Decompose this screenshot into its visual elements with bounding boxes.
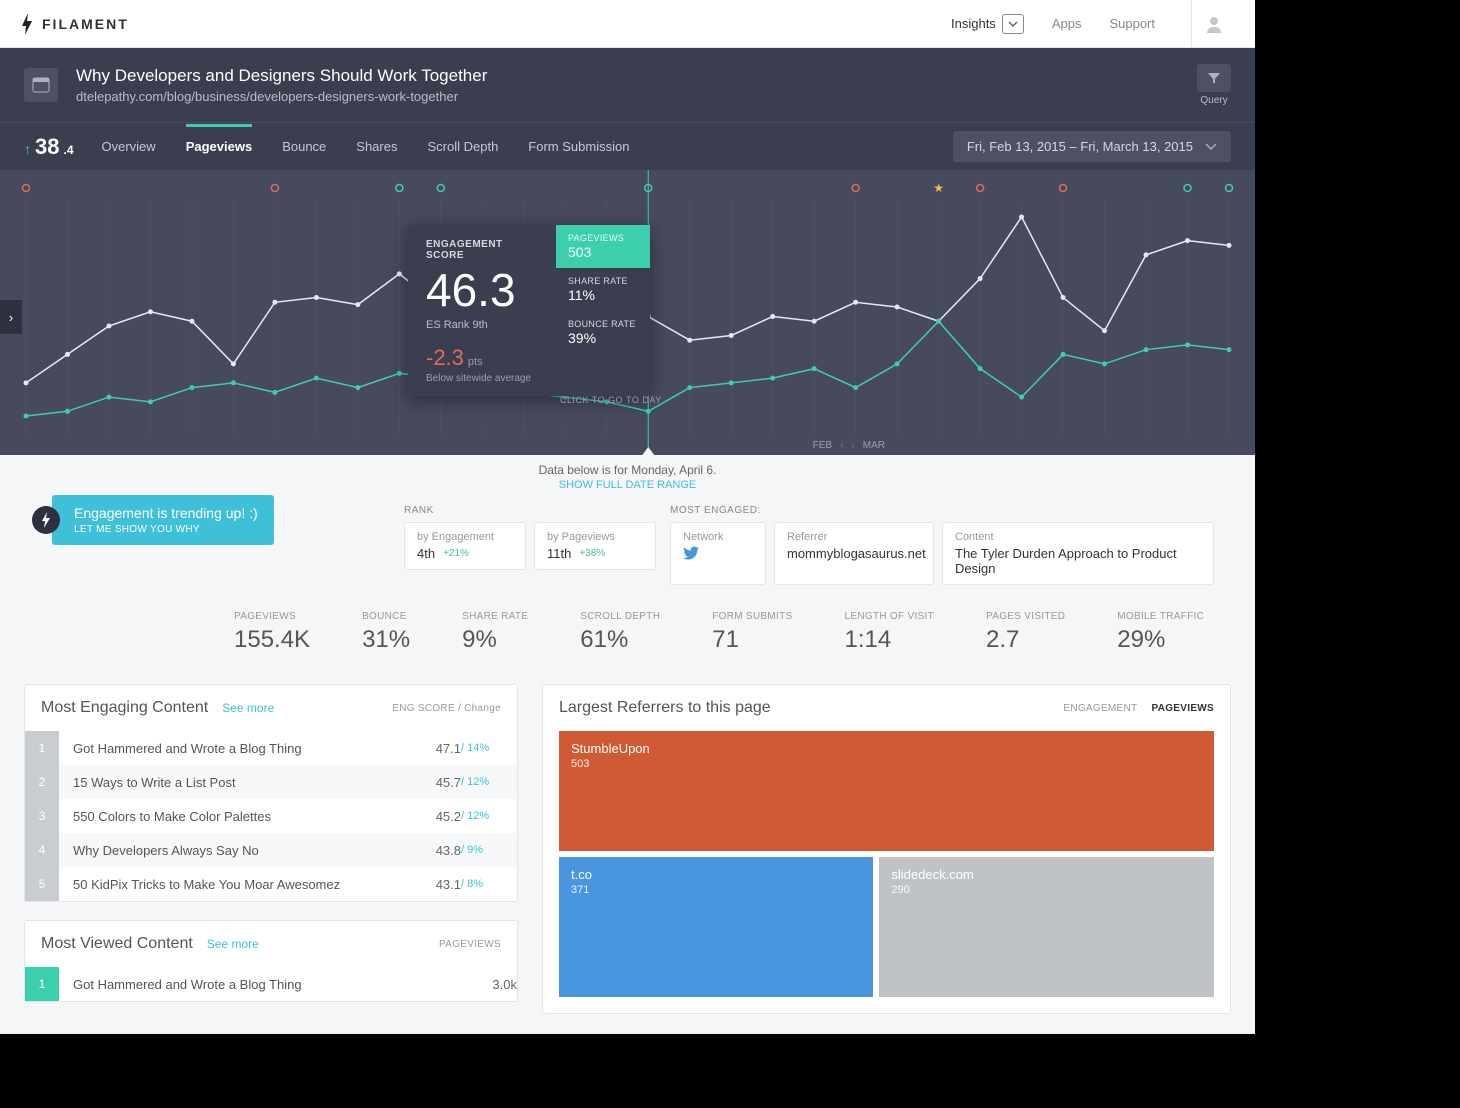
chart-tooltip: ENGAGEMENT SCORE 46.3 ES Rank 9th -2.3pt… — [408, 225, 650, 396]
user-menu[interactable] — [1191, 0, 1235, 48]
engaged-network-card: Network — [670, 522, 766, 585]
table-row[interactable]: 4Why Developers Always Say No43.8/ 9% — [25, 833, 517, 867]
table-row[interactable]: 550 KidPix Tricks to Make You Moar Aweso… — [25, 867, 517, 901]
nav-apps[interactable]: Apps — [1052, 16, 1082, 31]
chevron-down-icon[interactable] — [1002, 14, 1024, 34]
chevron-down-icon — [1205, 143, 1217, 151]
nav-support[interactable]: Support — [1109, 16, 1155, 31]
bolt-icon — [32, 506, 60, 534]
page-title: Why Developers and Designers Should Work… — [76, 66, 487, 86]
date-range-picker[interactable]: Fri, Feb 13, 2015 – Fri, March 13, 2015 — [953, 131, 1231, 162]
tab-form[interactable]: Form Submission — [528, 125, 629, 168]
tooltip-hint: CLICK TO GO TO DAY — [560, 395, 662, 405]
referrers-treemap[interactable]: StumbleUpon 503 t.co 371 slidedeck.com 2… — [543, 731, 1230, 1013]
arrow-up-icon: ↑ — [24, 141, 31, 157]
metrics-row: PAGEVIEWS155.4K BOUNCE31% SHARE RATE9% S… — [234, 611, 1231, 654]
brand-text: FILAMENT — [42, 16, 129, 32]
tab-bar: ↑ 38 .4 Overview Pageviews Bounce Shares… — [0, 122, 1255, 170]
rank-engagement-card: by Engagement 4th+21% — [404, 522, 526, 570]
nav-insights[interactable]: Insights — [951, 14, 1024, 34]
user-icon — [1205, 15, 1223, 33]
show-full-range-link[interactable]: SHOW FULL DATE RANGE — [0, 479, 1255, 491]
summary-section: Engagement is trending up! :) LET ME SHO… — [0, 495, 1255, 684]
tab-shares[interactable]: Shares — [356, 125, 397, 168]
treemap-cell[interactable]: StumbleUpon 503 — [559, 731, 1214, 851]
chart-month-nav: FEB ‹ › MAR — [813, 440, 885, 451]
engagement-chart[interactable]: ★ › ENGAGEMENT SCORE 46.3 ES Rank 9th -2… — [0, 170, 1255, 455]
chevron-left-icon[interactable]: ‹ — [840, 440, 843, 451]
expand-chart-button[interactable]: › — [0, 300, 22, 334]
tab-bounce[interactable]: Bounce — [282, 125, 326, 168]
page-header: Why Developers and Designers Should Work… — [0, 48, 1255, 122]
referrers-tab-engagement[interactable]: ENGAGEMENT — [1063, 703, 1137, 714]
tab-scroll[interactable]: Scroll Depth — [427, 125, 498, 168]
referrers-tab-pageviews[interactable]: PAGEVIEWS — [1151, 703, 1214, 714]
logo[interactable]: FILAMENT — [20, 13, 129, 35]
page-icon — [24, 68, 58, 102]
top-bar: FILAMENT Insights Apps Support — [0, 0, 1255, 48]
trend-popup[interactable]: Engagement is trending up! :) LET ME SHO… — [32, 495, 274, 545]
engaged-content-card: Content The Tyler Durden Approach to Pro… — [942, 522, 1214, 585]
see-more-link[interactable]: See more — [222, 701, 274, 715]
tab-overview[interactable]: Overview — [102, 125, 156, 168]
treemap-cell[interactable]: slidedeck.com 290 — [879, 857, 1214, 997]
query-button[interactable]: Query — [1197, 64, 1231, 106]
engaging-content-panel: Most Engaging Content See more ENG SCORE… — [24, 684, 518, 902]
chevron-right-icon[interactable]: › — [851, 440, 854, 451]
page-url: dtelepathy.com/blog/business/developers-… — [76, 89, 487, 104]
rank-pageviews-card: by Pageviews 11th+38% — [534, 522, 656, 570]
viewed-content-panel: Most Viewed Content See more PAGEVIEWS 1… — [24, 920, 518, 1002]
score-badge: ↑ 38 .4 — [24, 134, 74, 160]
tab-pageviews[interactable]: Pageviews — [186, 125, 253, 168]
twitter-icon — [683, 546, 699, 560]
referrers-panel: Largest Referrers to this page ENGAGEMEN… — [542, 684, 1231, 1014]
data-context-bar: Data below is for Monday, April 6. SHOW … — [0, 455, 1255, 495]
see-more-link[interactable]: See more — [207, 937, 259, 951]
filter-icon — [1197, 64, 1231, 92]
table-row[interactable]: 215 Ways to Write a List Post45.7/ 12% — [25, 765, 517, 799]
top-nav: Insights Apps Support — [951, 0, 1235, 48]
svg-text:★: ★ — [933, 181, 944, 195]
treemap-cell[interactable]: t.co 371 — [559, 857, 873, 997]
table-row[interactable]: 1Got Hammered and Wrote a Blog Thing3.0k — [25, 967, 517, 1001]
engaged-referrer-card: Referrer mommyblogasaurus.net — [774, 522, 934, 585]
table-row[interactable]: 1Got Hammered and Wrote a Blog Thing47.1… — [25, 731, 517, 765]
table-row[interactable]: 3550 Colors to Make Color Palettes45.2/ … — [25, 799, 517, 833]
